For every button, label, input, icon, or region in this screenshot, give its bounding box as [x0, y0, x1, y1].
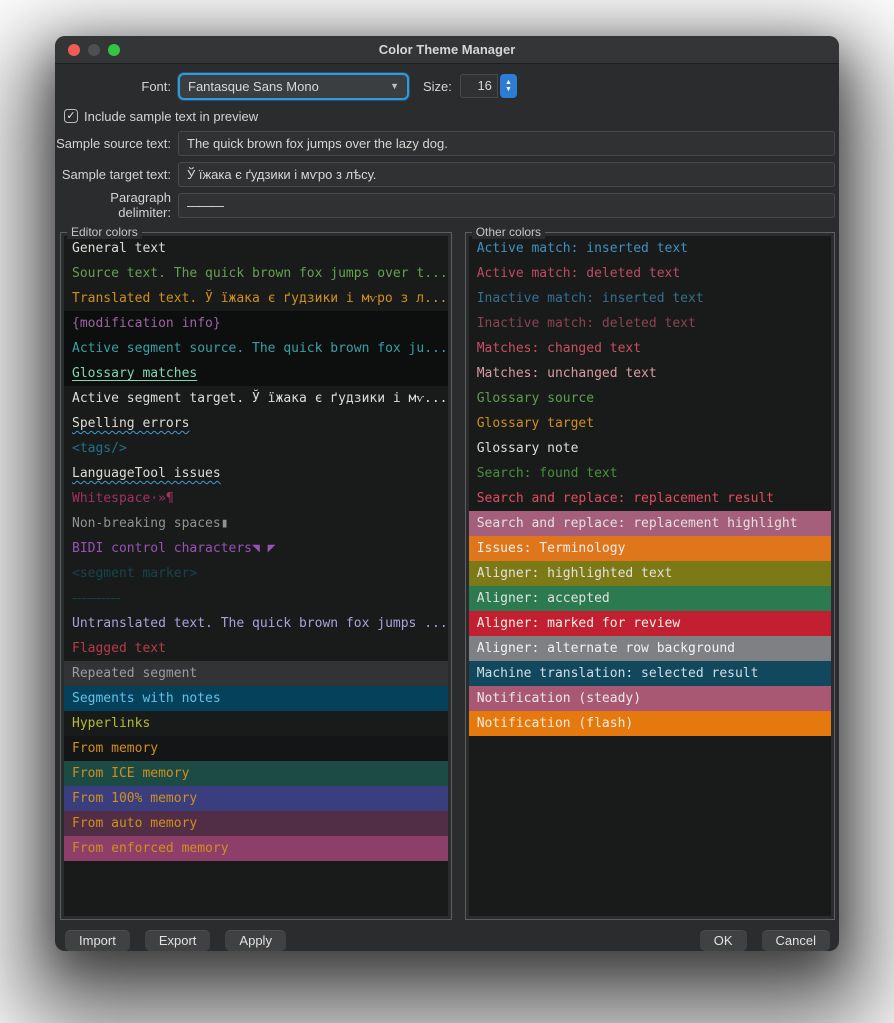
- minimize-button[interactable]: [88, 44, 100, 56]
- titlebar: Color Theme Manager: [55, 36, 839, 64]
- color-list-item[interactable]: Source text. The quick brown fox jumps o…: [64, 261, 448, 286]
- color-list-item[interactable]: Aligner: marked for review: [469, 611, 831, 636]
- cancel-button[interactable]: Cancel: [761, 929, 831, 951]
- color-list-item[interactable]: Glossary note: [469, 436, 831, 461]
- sample-target-input[interactable]: [178, 162, 835, 187]
- ok-button[interactable]: OK: [699, 929, 748, 951]
- sample-source-label: Sample source text:: [55, 136, 171, 151]
- stepper-down-icon[interactable]: ▼: [505, 86, 512, 93]
- editor-colors-list: General textSource text. The quick brown…: [64, 236, 448, 916]
- color-list-item[interactable]: Search and replace: replacement highligh…: [469, 511, 831, 536]
- color-list-item[interactable]: Active match: deleted text: [469, 261, 831, 286]
- zoom-button[interactable]: [108, 44, 120, 56]
- checkmark-icon: ✓: [66, 111, 75, 122]
- color-list-item[interactable]: Search and replace: replacement result: [469, 486, 831, 511]
- chevron-down-icon: ▼: [390, 81, 399, 91]
- font-label: Font:: [55, 79, 171, 94]
- color-list-item[interactable]: ~~~~~~~~~~: [64, 586, 448, 611]
- color-list-item[interactable]: Aligner: highlighted text: [469, 561, 831, 586]
- color-theme-manager-window: Color Theme Manager Font: Fantasque Sans…: [55, 36, 839, 951]
- include-sample-checkbox[interactable]: ✓: [64, 109, 78, 123]
- import-button[interactable]: Import: [64, 929, 131, 951]
- color-list-item[interactable]: Search: found text: [469, 461, 831, 486]
- editor-colors-title: Editor colors: [67, 225, 142, 239]
- color-list-item[interactable]: <tags/>: [64, 436, 448, 461]
- color-list-item[interactable]: Non-breaking spaces▮: [64, 511, 448, 536]
- stepper-up-icon[interactable]: ▲: [505, 79, 512, 86]
- color-list-item[interactable]: From enforced memory: [64, 836, 448, 861]
- color-list-item[interactable]: Matches: unchanged text: [469, 361, 831, 386]
- color-list-item[interactable]: From memory: [64, 736, 448, 761]
- close-button[interactable]: [68, 44, 80, 56]
- color-list-item[interactable]: Aligner: alternate row background: [469, 636, 831, 661]
- color-list-item[interactable]: Inactive match: inserted text: [469, 286, 831, 311]
- color-list-item[interactable]: Repeated segment: [64, 661, 448, 686]
- sample-target-label: Sample target text:: [55, 167, 171, 182]
- other-colors-title: Other colors: [472, 225, 545, 239]
- window-title: Color Theme Manager: [379, 42, 516, 57]
- color-list-item[interactable]: Machine translation: selected result: [469, 661, 831, 686]
- color-list-item[interactable]: <segment marker>: [64, 561, 448, 586]
- color-list-item[interactable]: Issues: Terminology: [469, 536, 831, 561]
- include-sample-label: Include sample text in preview: [84, 109, 258, 124]
- color-list-item[interactable]: Spelling errors: [64, 411, 448, 436]
- color-list-item[interactable]: Glossary target: [469, 411, 831, 436]
- color-list-item[interactable]: Active segment target. Ў їжака є ґудзики…: [64, 386, 448, 411]
- size-input[interactable]: 16: [460, 74, 498, 98]
- color-list-item[interactable]: Glossary source: [469, 386, 831, 411]
- color-list-item[interactable]: From auto memory: [64, 811, 448, 836]
- color-list-item[interactable]: Active segment source. The quick brown f…: [64, 336, 448, 361]
- paragraph-delimiter-input[interactable]: [178, 193, 835, 218]
- size-label: Size:: [423, 79, 452, 94]
- color-list-item[interactable]: Notification (steady): [469, 686, 831, 711]
- export-button[interactable]: Export: [144, 929, 212, 951]
- font-select[interactable]: Fantasque Sans Mono ▼: [178, 73, 409, 100]
- apply-button[interactable]: Apply: [224, 929, 287, 951]
- color-list-item[interactable]: BIDI control characters◥ ◤: [64, 536, 448, 561]
- color-list-item[interactable]: Segments with notes: [64, 686, 448, 711]
- other-colors-list: Active match: inserted textActive match:…: [469, 236, 831, 916]
- color-list-item[interactable]: Matches: changed text: [469, 336, 831, 361]
- color-list-item[interactable]: Translated text. Ў їжака є ґудзики і мѵр…: [64, 286, 448, 311]
- color-list-item[interactable]: Inactive match: deleted text: [469, 311, 831, 336]
- color-list-item[interactable]: Notification (flash): [469, 711, 831, 736]
- color-list-item[interactable]: From ICE memory: [64, 761, 448, 786]
- color-list-item[interactable]: Active match: inserted text: [469, 236, 831, 261]
- paragraph-delimiter-label: Paragraph delimiter:: [55, 190, 171, 220]
- color-list-item[interactable]: From 100% memory: [64, 786, 448, 811]
- color-list-item[interactable]: Flagged text: [64, 636, 448, 661]
- color-list-item[interactable]: Glossary matches: [64, 361, 448, 386]
- color-list-item[interactable]: Whitespace·»¶: [64, 486, 448, 511]
- color-list-item[interactable]: {modification info}: [64, 311, 448, 336]
- color-list-item[interactable]: General text: [64, 236, 448, 261]
- editor-colors-panel: Editor colors General textSource text. T…: [60, 232, 452, 920]
- other-colors-panel: Other colors Active match: inserted text…: [465, 232, 835, 920]
- color-list-item[interactable]: Aligner: accepted: [469, 586, 831, 611]
- sample-source-input[interactable]: [178, 131, 835, 156]
- color-list-item[interactable]: Untranslated text. The quick brown fox j…: [64, 611, 448, 636]
- color-list-item[interactable]: LanguageTool issues: [64, 461, 448, 486]
- font-select-value: Fantasque Sans Mono: [188, 79, 390, 94]
- color-list-item[interactable]: Hyperlinks: [64, 711, 448, 736]
- size-stepper[interactable]: ▲ ▼: [500, 74, 517, 98]
